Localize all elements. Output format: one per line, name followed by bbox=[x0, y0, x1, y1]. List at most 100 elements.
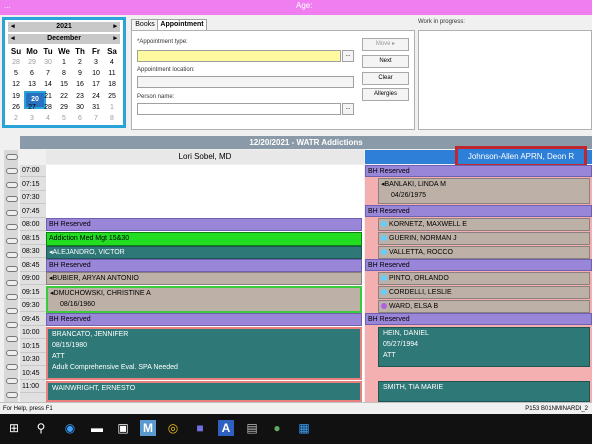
appointment-slot[interactable]: BRANCATO, JENNIFER 08/15/1980 ATT Adult … bbox=[46, 327, 362, 380]
calendar-day[interactable]: 23 bbox=[72, 93, 88, 100]
next-button[interactable]: Next bbox=[362, 55, 409, 68]
next-month-icon[interactable]: ▸ bbox=[113, 34, 117, 44]
printer-icon[interactable]: ▤ bbox=[244, 420, 260, 436]
calendar-day[interactable]: 5 bbox=[8, 70, 24, 77]
calendar-day[interactable]: 22 bbox=[56, 93, 72, 100]
appointment-location-select[interactable] bbox=[137, 76, 354, 88]
calendar-day[interactable]: 14 bbox=[40, 81, 56, 88]
calendar-day[interactable]: 7 bbox=[40, 70, 56, 77]
calendar-day[interactable]: 18 bbox=[104, 81, 120, 88]
chat-icon bbox=[381, 249, 387, 256]
appointment-slot[interactable]: Addiction Med Mgt 15&30 bbox=[46, 232, 362, 246]
edge-icon[interactable]: ◉ bbox=[62, 420, 78, 436]
calendar-day[interactable]: 25 bbox=[104, 93, 120, 100]
calendar-day[interactable]: 21 bbox=[40, 93, 56, 100]
patient-name: GUERIN, NORMAN J bbox=[389, 235, 457, 242]
calendar-day[interactable]: 1 bbox=[56, 59, 72, 66]
calendar-day[interactable]: 6 bbox=[24, 70, 40, 77]
appointment-slot[interactable]: VALLETTA, ROCCO bbox=[378, 246, 590, 259]
teams-icon[interactable]: ■ bbox=[192, 420, 208, 436]
calendar-day[interactable]: 3 bbox=[88, 59, 104, 66]
prev-year-icon[interactable]: ◂ bbox=[11, 22, 15, 32]
calendar-day[interactable]: 5 bbox=[56, 115, 72, 122]
prev-month-icon[interactable]: ◂ bbox=[11, 34, 15, 44]
clear-button[interactable]: Clear bbox=[362, 72, 409, 85]
appointment-slot[interactable]: ◂ALEJANDRO, VICTOR bbox=[46, 246, 362, 259]
calendar-day[interactable]: 12 bbox=[8, 81, 24, 88]
calendar-day[interactable]: 6 bbox=[72, 115, 88, 122]
appointment-slot[interactable]: ◂BUBIER, ARYAN ANTONIO bbox=[46, 272, 362, 285]
store-icon[interactable]: ▣ bbox=[115, 420, 131, 436]
appointment-slot[interactable]: CORDELLI, LESLIE bbox=[378, 286, 590, 299]
calendar-day[interactable]: 17 bbox=[88, 81, 104, 88]
appointment-slot[interactable]: HEIN, DANIEL 05/27/1994 ATT bbox=[378, 327, 590, 367]
appointment-slot[interactable]: SMITH, TIA MARIE bbox=[378, 381, 590, 402]
appointment-slot[interactable]: ◂BANLAKI, LINDA M 04/26/1975 bbox=[378, 178, 590, 204]
move-button[interactable]: Move ▸ bbox=[362, 38, 409, 51]
calendar-day[interactable]: 28 bbox=[40, 104, 56, 111]
time-slot-label: 09:15 bbox=[20, 287, 46, 299]
appointment-slot[interactable]: PINTO, ORLANDO bbox=[378, 272, 590, 285]
folder-icon[interactable]: ▬ bbox=[89, 420, 105, 436]
calendar-day[interactable]: 2 bbox=[72, 59, 88, 66]
calendar-day[interactable]: 2 bbox=[8, 115, 24, 122]
appointment-slot[interactable]: BH Reserved bbox=[46, 259, 362, 272]
calendar-day[interactable]: 4 bbox=[104, 59, 120, 66]
calendar-day[interactable]: 10 bbox=[88, 70, 104, 77]
appointment-slot[interactable]: BH Reserved bbox=[365, 205, 592, 217]
calendar-day[interactable]: 13 bbox=[24, 81, 40, 88]
next-year-icon[interactable]: ▸ bbox=[113, 22, 117, 32]
calendar-day[interactable]: 30 bbox=[40, 59, 56, 66]
calendar-day[interactable]: 30 bbox=[72, 104, 88, 111]
search-icon[interactable]: ⚲ bbox=[33, 420, 49, 436]
person-name-field[interactable] bbox=[137, 103, 341, 115]
chrome-icon[interactable]: ◎ bbox=[165, 420, 181, 436]
calendar-day[interactable]: 1 bbox=[104, 104, 120, 111]
chat-icon bbox=[381, 221, 387, 228]
appointment-type-lookup-button[interactable]: ... bbox=[342, 50, 354, 62]
appointment-slot[interactable]: ◂DMUCHOWSKI, CHRISTINE A 08/16/1960 bbox=[46, 286, 362, 313]
taskbar: ⊞ ⚲ ◉ ▬ ▣ M ◎ ■ A ▤ ● ▦ bbox=[0, 414, 592, 444]
weekday-header: Th bbox=[75, 47, 85, 56]
cerner-icon[interactable]: ● bbox=[269, 420, 285, 436]
appointment-slot[interactable]: BH Reserved bbox=[365, 259, 592, 271]
provider-header-left[interactable]: Lori Sobel, MD bbox=[46, 150, 364, 164]
calendar-day[interactable]: 16 bbox=[72, 81, 88, 88]
person-name-lookup-button[interactable]: ... bbox=[342, 103, 354, 115]
patient-name: ALEJANDRO, VICTOR bbox=[52, 249, 125, 256]
calendar-day[interactable]: 19 bbox=[8, 93, 24, 100]
windows-icon[interactable]: ⊞ bbox=[6, 420, 22, 436]
calendar-day[interactable]: 29 bbox=[56, 104, 72, 111]
appointment-type-field[interactable] bbox=[137, 50, 341, 62]
calendar-day[interactable]: 3 bbox=[24, 115, 40, 122]
calendar-day[interactable]: 24 bbox=[88, 93, 104, 100]
appointment-slot[interactable]: WAINWRIGHT, ERNESTO bbox=[46, 381, 362, 402]
appointment-slot[interactable]: BH Reserved bbox=[46, 313, 362, 326]
calendar-day[interactable]: 28 bbox=[8, 59, 24, 66]
calendar-day[interactable]: 27 bbox=[24, 104, 40, 111]
allergies-button[interactable]: Allergies bbox=[362, 88, 409, 101]
time-slot-label: 08:00 bbox=[20, 219, 46, 231]
calendar-day[interactable]: 26 bbox=[8, 104, 24, 111]
calendar-day[interactable]: 15 bbox=[56, 81, 72, 88]
calendar-day[interactable]: 7 bbox=[88, 115, 104, 122]
calendar-day[interactable]: 4 bbox=[40, 115, 56, 122]
calendar-day[interactable]: 9 bbox=[72, 70, 88, 77]
appointment-slot[interactable]: GUERIN, NORMAN J bbox=[378, 232, 590, 245]
appointment-slot[interactable]: WARD, ELSA B bbox=[378, 300, 590, 313]
work-in-progress-list[interactable] bbox=[418, 30, 592, 130]
appointment-slot[interactable]: BH Reserved bbox=[365, 165, 592, 177]
appointment-slot[interactable]: BH Reserved bbox=[46, 218, 362, 231]
binding-ring-icon bbox=[6, 364, 18, 370]
chart-icon[interactable]: ▦ bbox=[296, 420, 312, 436]
calendar-day[interactable]: 29 bbox=[24, 59, 40, 66]
provider-header-right[interactable]: Johnson-Allen APRN, Deon R bbox=[455, 146, 587, 167]
calendar-day[interactable]: 31 bbox=[88, 104, 104, 111]
calendar-day[interactable]: 8 bbox=[56, 70, 72, 77]
appointment-slot[interactable]: BH Reserved bbox=[365, 313, 592, 325]
m-app-icon[interactable]: M bbox=[140, 420, 156, 436]
a-app-icon[interactable]: A bbox=[218, 420, 234, 436]
calendar-day[interactable]: 8 bbox=[104, 115, 120, 122]
calendar-day[interactable]: 11 bbox=[104, 70, 120, 77]
appointment-slot[interactable]: KORNETZ, MAXWELL E bbox=[378, 218, 590, 231]
